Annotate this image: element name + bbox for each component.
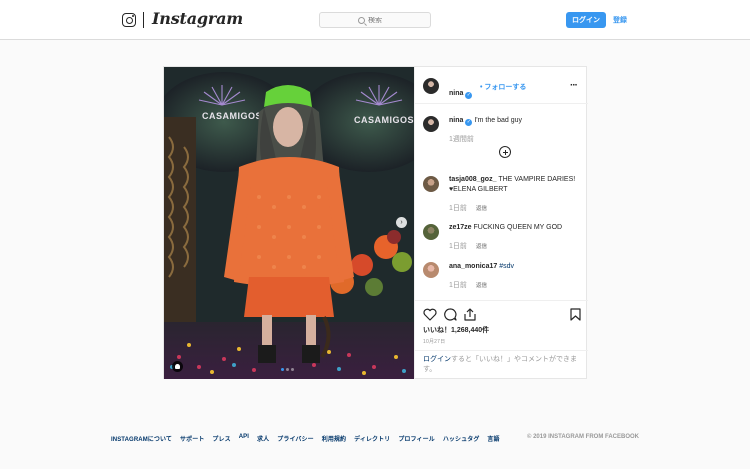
top-nav: Instagram ログイン 登録 xyxy=(0,0,750,40)
instagram-wordmark[interactable]: Instagram xyxy=(152,9,243,28)
commenter-avatar[interactable] xyxy=(423,176,439,192)
verified-badge-icon: ✓ xyxy=(465,92,473,99)
footer-link-support[interactable]: サポート xyxy=(180,434,204,443)
commenter-username[interactable]: ze17ze xyxy=(449,224,472,231)
search-box[interactable] xyxy=(319,12,431,28)
caption-time[interactable]: 1週間前 xyxy=(449,134,474,144)
caption-avatar[interactable] xyxy=(423,116,439,132)
footer-link-api[interactable]: API xyxy=(239,434,249,443)
post-sidebar: nina ✓ • フォローする ··· nina ✓ I'm the bad guy… xyxy=(414,67,588,379)
comment-bubble-icon[interactable] xyxy=(443,308,457,321)
footer-link-directory[interactable]: ディレクトリ xyxy=(354,434,390,443)
footer-link-terms[interactable]: 利用規約 xyxy=(322,434,346,443)
reply-button[interactable]: 返信 xyxy=(476,204,487,212)
logo-divider xyxy=(143,12,144,28)
comment-text: tasja008_goz_ THE VAMPIRE DARIES! ♥ELENA… xyxy=(449,175,584,195)
comment-body: THE VAMPIRE DARIES! xyxy=(498,176,576,183)
footer-link-jobs[interactable]: 求人 xyxy=(257,434,269,443)
signup-link[interactable]: 登録 xyxy=(613,15,627,25)
comment-body-line2: ♥ELENA GILBERT xyxy=(449,186,508,193)
footer-link-hashtags[interactable]: ハッシュタグ xyxy=(443,434,480,443)
author-username[interactable]: nina xyxy=(449,90,463,97)
comment-body: FUCKING QUEEN MY GOD xyxy=(473,224,563,231)
commenter-avatar[interactable] xyxy=(423,262,439,278)
post-photo[interactable]: CASAMIGOS CASAMIGOS › xyxy=(164,67,414,379)
post-card: CASAMIGOS CASAMIGOS › nina ✓ • フォローする ··… xyxy=(163,66,588,379)
commenter-username[interactable]: ana_monica17 xyxy=(449,263,497,270)
verified-badge-icon: ✓ xyxy=(465,119,473,126)
footer-link-privacy[interactable]: プライバシー xyxy=(277,434,313,443)
carousel-dot xyxy=(286,368,289,371)
comment-time[interactable]: 1日前 xyxy=(449,280,467,290)
login-prompt: ログインすると「いいね！」やコメントができます。 xyxy=(415,350,588,379)
carousel-next-button[interactable]: › xyxy=(396,217,407,228)
search-input[interactable] xyxy=(368,16,392,24)
footer-link-about[interactable]: INSTAGRAMについて xyxy=(111,434,172,443)
bookmark-icon[interactable] xyxy=(570,308,581,321)
sign-right-text: CASAMIGOS xyxy=(354,115,414,125)
caption-username[interactable]: nina xyxy=(449,117,463,124)
author-name[interactable]: nina ✓ xyxy=(449,82,473,100)
footer-link-profiles[interactable]: プロフィール xyxy=(398,434,434,443)
commenter-avatar[interactable] xyxy=(423,224,439,240)
share-icon[interactable] xyxy=(463,308,477,321)
footer-link-language[interactable]: 言語 xyxy=(487,434,499,443)
post-actions: いいね！1,268,440件 10月27日 xyxy=(415,300,588,350)
sign-left-text: CASAMIGOS xyxy=(202,111,262,121)
carousel-dot xyxy=(291,368,294,371)
carousel-dot-active xyxy=(281,368,284,371)
commenter-username[interactable]: tasja008_goz_ xyxy=(449,176,496,183)
follow-label: フォローする xyxy=(484,84,527,91)
comment-time[interactable]: 1日前 xyxy=(449,203,467,213)
search-icon xyxy=(358,16,365,24)
author-avatar[interactable] xyxy=(423,78,439,94)
load-more-comments-icon[interactable] xyxy=(499,146,511,158)
user-tag-icon[interactable] xyxy=(172,361,183,372)
hashtag-link[interactable]: #sdv xyxy=(499,263,514,270)
follow-button[interactable]: • フォローする xyxy=(480,82,526,92)
comment-text: ana_monica17 #sdv xyxy=(449,262,584,272)
caption: nina ✓ I'm the bad guy xyxy=(449,116,522,126)
likes-count[interactable]: いいね！1,268,440件 xyxy=(423,325,489,335)
footer: INSTAGRAMについて サポート プレス API 求人 プライバシー 利用規… xyxy=(111,434,639,444)
caption-text: I'm the bad guy xyxy=(474,117,522,124)
instagram-camera-icon[interactable] xyxy=(122,13,136,27)
reply-button[interactable]: 返信 xyxy=(476,242,487,250)
like-heart-icon[interactable] xyxy=(423,308,437,321)
copyright: © 2019 INSTAGRAM FROM FACEBOOK xyxy=(527,434,639,440)
login-prompt-link[interactable]: ログイン xyxy=(423,356,451,363)
post-photo-illustration: CASAMIGOS CASAMIGOS xyxy=(164,67,414,379)
more-options-icon[interactable]: ··· xyxy=(570,80,578,91)
reply-button[interactable]: 返信 xyxy=(476,281,487,289)
comment-time[interactable]: 1日前 xyxy=(449,241,467,251)
footer-links: INSTAGRAMについて サポート プレス API 求人 プライバシー 利用規… xyxy=(111,434,500,443)
carousel-indicator xyxy=(281,368,294,371)
footer-link-press[interactable]: プレス xyxy=(212,434,230,443)
post-header: nina ✓ • フォローする ··· xyxy=(415,67,588,104)
comment-text: ze17ze FUCKING QUEEN MY GOD xyxy=(449,223,584,233)
login-button[interactable]: ログイン xyxy=(566,12,606,28)
post-date[interactable]: 10月27日 xyxy=(423,338,445,345)
chevron-right-icon: › xyxy=(400,219,403,226)
